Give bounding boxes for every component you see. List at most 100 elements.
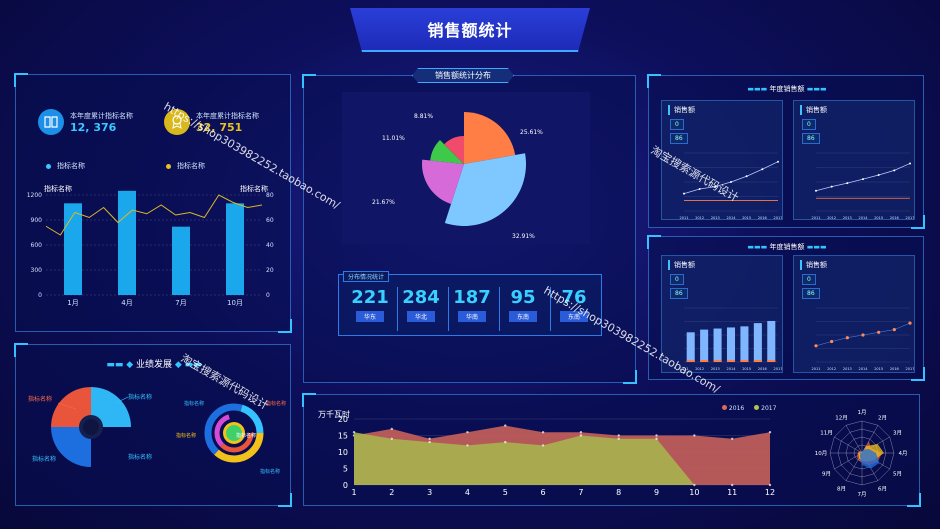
data-point xyxy=(698,187,701,190)
data-point xyxy=(504,440,507,444)
data-point xyxy=(777,160,779,163)
y2-tick-label: 80 xyxy=(266,192,274,199)
page-title: 销售额统计 xyxy=(350,8,590,52)
data-point xyxy=(862,178,864,181)
x-tick-label: 2016 xyxy=(758,367,767,371)
y-tick-label: 600 xyxy=(31,242,43,249)
x-tick-label: 2015 xyxy=(874,367,883,371)
y2-tick-label: 0 xyxy=(266,292,270,299)
x-tick-label: 2014 xyxy=(727,216,737,220)
x-tick-label: 2016 xyxy=(890,216,899,220)
svg-text:指标名称: 指标名称 xyxy=(176,432,196,439)
stat-value: 187 xyxy=(453,287,491,308)
x-tick-label: 2014 xyxy=(859,216,869,220)
kpi-panel: 本年度累计指标名称 12, 376 本年度累计指标名称 32, 751 指标名称… xyxy=(14,73,292,333)
radar-label: 8月 xyxy=(837,486,846,493)
bar xyxy=(726,360,736,362)
radar-label: 12月 xyxy=(835,414,848,421)
data-point xyxy=(579,431,583,434)
data-point xyxy=(466,431,469,434)
y-tick-label: 10 xyxy=(338,448,348,457)
bar xyxy=(753,360,762,362)
y-tick-label: 15 xyxy=(338,432,348,441)
x-tick-label: 2015 xyxy=(742,216,751,220)
x-tick-label: 9 xyxy=(654,488,659,497)
bar-line-chart: 指标名称 指标名称 1200 80 900 60 600 40 300 20 0 0 1月 4月 7月… xyxy=(27,184,274,307)
radar-chart: 1月 2月 3月 4月 5月 6月 7月 8月 9月 10月 11月 12月 xyxy=(815,409,908,498)
radar-label: 11月 xyxy=(820,430,833,437)
x-tick-label: 2011 xyxy=(680,216,689,220)
bar xyxy=(172,226,190,295)
x-tick-label: 10 xyxy=(689,488,699,497)
data-point xyxy=(768,483,772,487)
svg-text:指标名称: 指标名称 xyxy=(128,393,152,401)
x-tick-label: 3 xyxy=(427,488,432,497)
bar xyxy=(726,327,736,362)
data-point xyxy=(655,437,658,440)
x-tick-label: 2012 xyxy=(695,216,704,220)
data-point xyxy=(617,437,620,440)
data-point xyxy=(909,162,911,165)
area-legend: 2016 2017 xyxy=(722,405,776,412)
axis-title: 指标名称 xyxy=(44,184,72,193)
pie-chart-area: 25.61% 32.91% 21.67% 11.01% 8.81% xyxy=(342,92,590,244)
y-tick-label: 300 xyxy=(31,267,43,274)
x-tick-label: 2016 xyxy=(890,367,899,371)
sales-line-subpanel: 销售额 0 86 2011 2012 2013 2014 2015 2016 2017 xyxy=(793,100,915,220)
legend-item: 指标名称 xyxy=(46,161,85,171)
area-chart-panel: 万千瓦时 20 15 10 5 0 1 2 3 4 5 6 7 8 9 10 11 12 2016 2017 1… xyxy=(302,393,921,507)
x-tick-label: 2015 xyxy=(874,216,883,220)
stat-value: 284 xyxy=(402,287,440,308)
pie-slice xyxy=(464,112,516,164)
stat-value: 221 xyxy=(351,287,389,308)
data-point xyxy=(504,424,507,427)
bar xyxy=(767,360,776,362)
data-point xyxy=(541,444,545,447)
x-tick-label: 2013 xyxy=(843,216,852,220)
data-point xyxy=(877,174,880,177)
x-tick-label: 7 xyxy=(578,488,583,497)
volume-bar-subpanel: 销售额 0 86 2011 2012 2013 2014 2015 2016 2017 xyxy=(661,255,783,373)
data-point xyxy=(466,444,469,447)
data-point xyxy=(908,321,912,325)
radar-label: 10月 xyxy=(815,450,828,457)
stat-label: 华东 xyxy=(355,311,384,322)
x-tick-label: 2013 xyxy=(843,367,852,371)
x-tick-label: 2017 xyxy=(906,216,914,220)
data-point xyxy=(861,333,865,337)
kpi-label: 本年度累计指标名称 xyxy=(70,112,133,120)
radar-label: 1月 xyxy=(858,409,867,416)
radar-label: 2月 xyxy=(878,414,887,421)
bar xyxy=(740,326,749,362)
book-icon xyxy=(38,109,64,135)
region-stat: 95 东南 xyxy=(499,287,546,331)
data-point xyxy=(730,181,732,183)
x-tick-label: 2016 xyxy=(758,216,767,220)
data-point xyxy=(768,431,772,434)
data-point xyxy=(830,339,834,344)
slice-label: 25.61% xyxy=(520,129,543,136)
y-tick-label: 1200 xyxy=(27,192,42,199)
y-tick-label: 5 xyxy=(343,465,348,474)
data-point xyxy=(761,168,764,171)
x-tick-label: 2012 xyxy=(827,216,836,220)
x-tick-label: 4 xyxy=(465,488,470,497)
axis-title: 指标名称 xyxy=(240,184,268,193)
x-tick-label: 2017 xyxy=(906,367,914,371)
stat-label: 华南 xyxy=(457,311,486,322)
data-point xyxy=(845,336,849,340)
svg-text:指标名称: 指标名称 xyxy=(184,400,204,407)
rose-pie-chart: 25.61% 32.91% 21.67% 11.01% 8.81% xyxy=(372,112,543,240)
slice-label: 11.01% xyxy=(382,135,405,142)
y2-tick-label: 60 xyxy=(266,217,274,224)
x-tick-label: 2017 xyxy=(774,367,782,371)
data-point xyxy=(815,189,817,192)
y2-tick-label: 20 xyxy=(266,267,274,274)
x-tick-label: 1 xyxy=(351,488,356,497)
y-tick-label: 0 xyxy=(343,481,348,490)
radar-label: 7月 xyxy=(858,491,867,498)
svg-text:指标名称: 指标名称 xyxy=(236,432,256,439)
x-tick-label: 7月 xyxy=(175,299,186,307)
section-title: 销售额统计分布 xyxy=(412,68,514,83)
x-tick-label: 2014 xyxy=(727,367,737,371)
